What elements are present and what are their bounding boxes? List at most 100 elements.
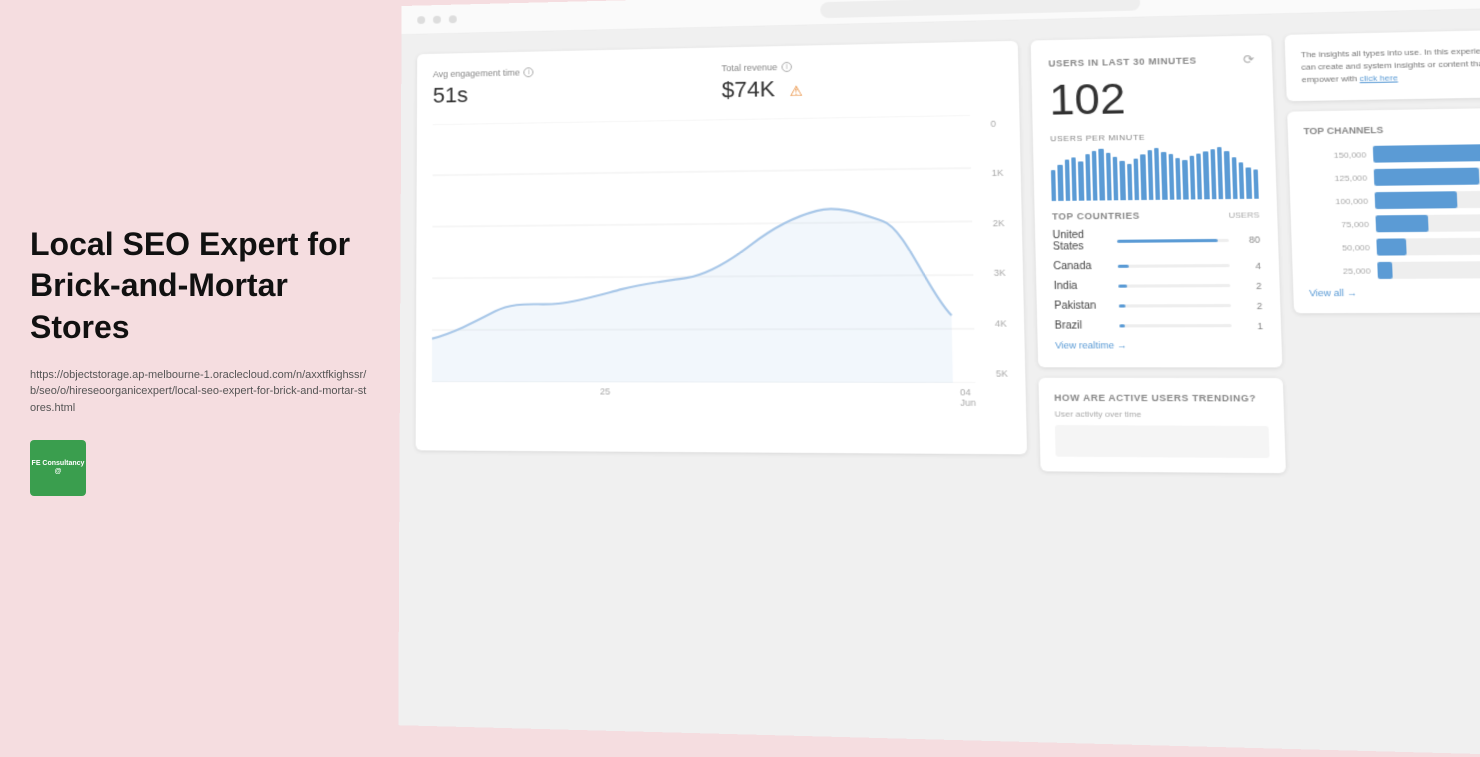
engagement-info-icon: i (524, 67, 534, 77)
main-chart-card: Avg engagement time i 51s Total revenue … (416, 41, 1027, 455)
users-header: USERS IN LAST 30 MINUTES ⟳ (1048, 52, 1254, 71)
view-all-link[interactable]: View all → (1309, 287, 1480, 299)
countries-users-col: USERS (1228, 210, 1259, 220)
country-row: India 2 (1054, 280, 1262, 293)
h-bar-row: 100,000 (1306, 190, 1480, 209)
h-bar-wrap (1373, 144, 1480, 163)
right-chart-panel: The insights all types into use. In this… (1285, 29, 1480, 324)
countries-title: TOP COUNTRIES (1052, 210, 1140, 221)
country-name: United States (1052, 229, 1108, 252)
realtime-icon[interactable]: ⟳ (1243, 52, 1255, 67)
country-bar (1117, 265, 1128, 268)
bar-item (1058, 165, 1064, 201)
engagement-label: Avg engagement time i (433, 64, 701, 79)
users-count: 102 (1049, 75, 1256, 122)
analytics-content: Avg engagement time i 51s Total revenue … (398, 0, 1480, 757)
logo-line1: FE Consultancy (32, 460, 85, 468)
revenue-info-icon: i (782, 62, 793, 72)
h-bar-label: 125,000 (1305, 173, 1367, 183)
bar-item (1196, 154, 1202, 200)
h-bar (1375, 191, 1458, 209)
country-bar-wrap (1118, 304, 1231, 308)
h-bar-row: 50,000 (1307, 237, 1480, 256)
users-panel: USERS IN LAST 30 MINUTES ⟳ 102 USERS PER… (1031, 35, 1286, 473)
h-bar-wrap (1374, 167, 1480, 186)
h-bar (1376, 238, 1407, 255)
h-bar-label: 50,000 (1307, 242, 1370, 252)
country-name: India (1054, 280, 1110, 292)
users-per-minute-chart (1050, 147, 1258, 202)
bar-item (1071, 157, 1077, 200)
engagement-metric: Avg engagement time i 51s (433, 64, 701, 109)
country-bar (1118, 285, 1127, 288)
desc-link[interactable]: click here (1359, 73, 1398, 83)
left-panel: Local SEO Expert for Brick-and-Mortar St… (0, 0, 400, 720)
metrics-row: Avg engagement time i 51s Total revenue … (433, 57, 1002, 108)
active-subtitle: User activity over time (1054, 409, 1268, 419)
country-name: Brazil (1055, 320, 1111, 332)
h-bar-label: 100,000 (1306, 196, 1368, 206)
revenue-metric: Total revenue i $74K ⚠ (721, 57, 1001, 103)
country-bar-wrap (1117, 238, 1229, 242)
country-bar-wrap (1117, 264, 1229, 268)
bar-item (1246, 167, 1252, 198)
bar-item (1092, 151, 1098, 201)
bar-item (1064, 160, 1070, 201)
line-chart: 5K 4K 3K 2K 1K 0 (432, 114, 1008, 383)
country-row: Canada 4 (1053, 260, 1261, 273)
bar-item (1161, 152, 1167, 200)
bar-item (1113, 157, 1119, 201)
bar-item (1189, 156, 1195, 200)
bar-item (1253, 169, 1259, 198)
bar-item (1231, 157, 1237, 199)
h-bar-wrap (1375, 190, 1480, 209)
country-bar-wrap (1118, 284, 1230, 288)
bar-item (1099, 149, 1105, 201)
country-bar (1119, 324, 1125, 327)
h-bar (1377, 262, 1393, 279)
country-bar (1118, 304, 1125, 307)
revenue-value: $74K ⚠ (722, 72, 1002, 104)
country-count: 2 (1240, 300, 1263, 311)
bar-item (1120, 161, 1126, 200)
h-bar-wrap (1376, 237, 1480, 255)
bar-item (1182, 160, 1188, 200)
bar-item (1224, 151, 1230, 199)
top-countries-section: TOP COUNTRIES USERS United States 80 Can… (1052, 209, 1264, 350)
country-count: 80 (1238, 234, 1261, 245)
bar-item (1127, 164, 1133, 200)
country-row: Brazil 1 (1055, 320, 1264, 332)
page-title: Local SEO Expert for Brick-and-Mortar St… (30, 224, 370, 349)
bar-item (1051, 170, 1056, 201)
h-bar-wrap (1375, 214, 1480, 232)
bar-item (1078, 161, 1084, 200)
right-chart-title: Top Channels (1303, 122, 1480, 136)
country-name: Pakistan (1054, 300, 1110, 312)
activity-placeholder (1055, 425, 1270, 458)
active-users-title: HOW ARE ACTIVE USERS TRENDING? (1054, 392, 1268, 403)
country-row: Pakistan 2 (1054, 300, 1262, 312)
engagement-value: 51s (433, 78, 701, 109)
h-bar-wrap (1377, 261, 1480, 279)
h-bar (1373, 144, 1480, 163)
h-bar-label: 25,000 (1308, 266, 1371, 276)
h-bar-row: 125,000 (1305, 167, 1480, 187)
h-bars-container: 150,000 125,000 100,000 75,000 50,000 25… (1304, 144, 1480, 280)
country-bar (1117, 238, 1218, 242)
bar-item (1154, 148, 1160, 200)
logo-badge: FE Consultancy @ (30, 440, 86, 496)
h-bar-row: 75,000 (1306, 214, 1480, 233)
users-card: USERS IN LAST 30 MINUTES ⟳ 102 USERS PER… (1031, 35, 1283, 367)
h-bar (1375, 215, 1428, 232)
country-count: 2 (1239, 280, 1262, 291)
view-realtime-link[interactable]: View realtime → (1055, 340, 1264, 351)
bar-item (1217, 147, 1223, 199)
countries-header: TOP COUNTRIES USERS (1052, 209, 1260, 221)
bar-item (1140, 154, 1146, 200)
users-per-min-label: USERS PER MINUTE (1050, 131, 1257, 143)
h-bar-label: 150,000 (1304, 150, 1366, 160)
countries-list: United States 80 Canada 4 India 2 Pakist… (1052, 228, 1263, 332)
bar-item (1106, 153, 1112, 201)
logo-line2: @ (55, 468, 62, 476)
h-bar (1374, 168, 1479, 186)
